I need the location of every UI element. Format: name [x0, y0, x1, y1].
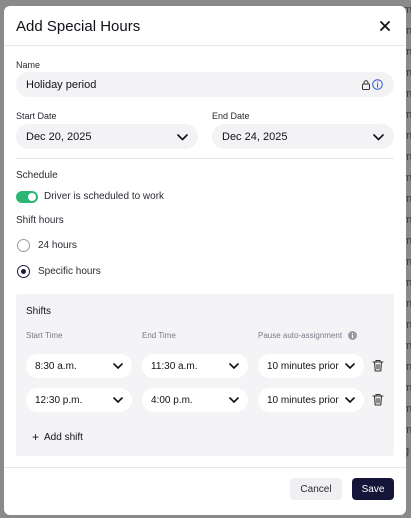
start-date-value: Dec 20, 2025 [26, 130, 92, 143]
pause-value: 10 minutes prior [267, 360, 339, 372]
radio-specific-hours[interactable] [17, 265, 30, 278]
chevron-down-icon [345, 397, 355, 403]
name-value: Holiday period [26, 78, 97, 91]
chevron-down-icon [113, 363, 123, 369]
name-field[interactable]: Holiday period [16, 72, 394, 97]
end-date-picker[interactable]: Dec 24, 2025 [212, 124, 394, 149]
start-date-picker[interactable]: Dec 20, 2025 [16, 124, 198, 149]
end-time-value: 11:30 a.m. [151, 360, 198, 372]
pause-value: 10 minutes prior [267, 394, 339, 406]
radio-specific-hours-label: Specific hours [38, 266, 101, 277]
start-time-value: 8:30 a.m. [35, 360, 77, 372]
info-icon[interactable] [372, 79, 383, 90]
save-button[interactable]: Save [352, 478, 394, 500]
special-hours-dialog: Add Special Hours Name Holiday period St… [4, 6, 406, 515]
end-time-select[interactable]: 11:30 a.m. [142, 354, 248, 378]
add-shift-button[interactable]: + Add shift [32, 430, 83, 444]
schedule-label: Schedule [16, 170, 58, 181]
name-label: Name [16, 60, 41, 70]
shift-hours-label: Shift hours [16, 215, 64, 226]
chevron-down-icon [229, 363, 239, 369]
chevron-down-icon [345, 363, 355, 369]
chevron-down-icon [229, 397, 239, 403]
end-date-label: End Date [212, 111, 250, 121]
end-time-column: End Time [142, 331, 176, 340]
trash-icon[interactable] [372, 393, 384, 406]
toggle-knob [28, 193, 36, 201]
plus-icon: + [32, 430, 40, 444]
pause-select[interactable]: 10 minutes prior [258, 354, 364, 378]
pause-select[interactable]: 10 minutes prior [258, 388, 364, 412]
scheduled-toggle-label: Driver is scheduled to work [44, 191, 165, 202]
close-icon[interactable] [378, 19, 392, 33]
start-time-select[interactable]: 12:30 p.m. [26, 388, 132, 412]
info-icon[interactable] [348, 331, 357, 340]
shifts-panel: Shifts Start Time End Time Pause auto-as… [16, 294, 394, 456]
dialog-title: Add Special Hours [16, 18, 141, 35]
add-shift-label: Add shift [44, 431, 83, 443]
radio-24-hours[interactable] [17, 239, 30, 252]
start-time-select[interactable]: 8:30 a.m. [26, 354, 132, 378]
start-time-column: Start Time [26, 331, 63, 340]
chevron-down-icon [177, 133, 188, 140]
end-time-value: 4:00 p.m. [151, 394, 193, 406]
section-divider [16, 158, 394, 159]
shifts-title: Shifts [26, 306, 52, 317]
pause-column: Pause auto-assignment [258, 331, 343, 340]
lock-icon [362, 80, 370, 90]
chevron-down-icon [113, 397, 123, 403]
trash-icon[interactable] [372, 359, 384, 372]
scheduled-toggle[interactable] [16, 191, 38, 203]
end-date-value: Dec 24, 2025 [222, 130, 288, 143]
start-date-label: Start Date [16, 111, 57, 121]
cancel-button[interactable]: Cancel [290, 478, 342, 500]
footer-divider [4, 467, 406, 468]
end-time-select[interactable]: 4:00 p.m. [142, 388, 248, 412]
radio-24-hours-label: 24 hours [38, 240, 77, 251]
start-time-value: 12:30 p.m. [35, 394, 83, 406]
dialog-header: Add Special Hours [4, 6, 406, 46]
chevron-down-icon [373, 133, 384, 140]
